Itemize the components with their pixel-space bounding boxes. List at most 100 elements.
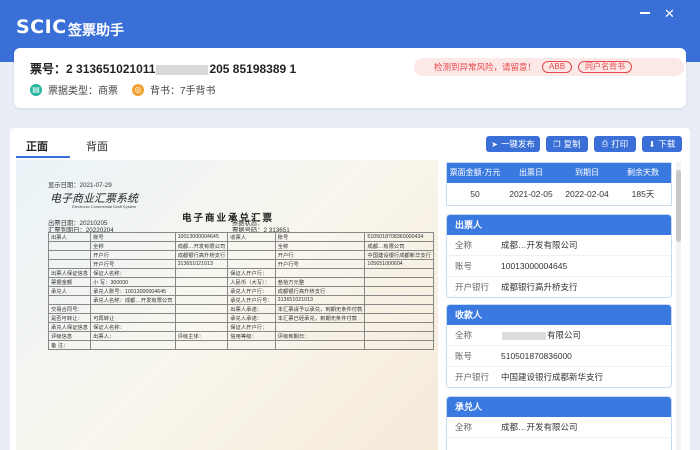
bill-table: 出票人 账号 10013000004645 收票人 账号 5105018708360000…	[47, 232, 434, 350]
publish-label: 一键发布	[500, 139, 535, 149]
bill-table-cell	[227, 340, 276, 350]
bill-table-cell: 承兑人开户行号：	[227, 295, 276, 305]
bill-table-cell: 人民币（大写）：	[227, 277, 276, 287]
bill-table-cell: 开户行	[274, 250, 366, 260]
endorse-label: 背书：7手背书	[150, 86, 216, 97]
bill-table-cell	[227, 241, 276, 251]
bill-table-cell	[364, 313, 434, 323]
redaction-block	[156, 64, 209, 75]
bill-table-cell	[227, 259, 276, 269]
ticket-info-card: 票号：2 313651021011 205 85198389 1 ▤ 票据类型：商…	[14, 48, 686, 108]
bill-table-cell: 承兑人名称：成都…开发有限公司	[90, 295, 176, 305]
acceptor-name: 成都…开发有限公司	[501, 422, 578, 432]
bill-table-cell	[364, 340, 434, 350]
bill-table-cell: 出票人：	[90, 331, 176, 341]
scrollbar-thumb[interactable]	[676, 170, 681, 242]
payee-card: 收款人 全称 有限公司 账号 510501870836000 开户银行 中国建设银行成…	[446, 304, 672, 388]
tab-back[interactable]: 背面	[86, 138, 108, 154]
bill-table-cell: 全称	[90, 241, 176, 251]
bill-table-cell: 交易合同号：	[47, 304, 92, 314]
bill-table-cell	[364, 286, 434, 296]
bill-table-cell	[274, 340, 366, 350]
close-icon[interactable]: ✕	[664, 6, 675, 22]
stats-amount: 50	[470, 189, 480, 199]
risk-tag-abb[interactable]: ABB	[542, 61, 573, 73]
bill-table-row: 评级信息 出票人： 评级主体： 信用等级： 评级到期日：	[47, 331, 434, 341]
bill-table-cell: 成都…有限公司	[364, 241, 434, 251]
risk-tag-same-name[interactable]: 同户名背书	[578, 61, 633, 73]
acceptor-title: 承兑人	[447, 397, 671, 417]
bill-table-cell	[174, 277, 229, 287]
bill-table-row: 承兑人名称：成都…开发有限公司 承兑人开户行号： 313651021013	[47, 295, 434, 305]
bill-table-cell: 承兑人保证信息	[47, 322, 92, 332]
drawer-card: 出票人 全称 成都…开发有限公司 账号 10013000004645 开户银行 成都银…	[446, 214, 672, 298]
ticket-number: 票号：2 313651021011 205 85198389 1	[30, 60, 296, 77]
bill-table-cell: 账号	[90, 232, 176, 242]
stats-issue-date: 2021-02-05	[509, 189, 553, 199]
download-button[interactable]: ⬇ 下载	[642, 136, 682, 152]
bill-table-row: 出票人保证信息 保证人名称： 保证人开户行：	[47, 268, 434, 278]
redaction-block	[502, 331, 546, 340]
bill-table-row: 全称 成都…开发有限公司 全称 成都…有限公司	[47, 241, 434, 251]
bill-table-row: 开户行 成都银行高升桥支行 开户行 中国建设银行成都新华支行	[47, 250, 434, 260]
minimize-button[interactable]	[640, 12, 650, 14]
bill-table-cell	[47, 295, 92, 305]
publish-button[interactable]: ➤ 一键发布	[486, 136, 540, 152]
bill-table-cell	[174, 340, 229, 350]
bill-table-row: 票据金额小 写：300000 人民币（大写）： 叁拾万元整	[47, 277, 434, 287]
stats-remaining: 185天	[631, 189, 655, 199]
payee-name-label: 全称	[455, 330, 473, 340]
bill-table-cell: 叁拾万元整	[274, 277, 366, 287]
bill-table-cell: 成都银行高升桥支行	[174, 250, 229, 260]
print-label: 打印	[611, 139, 629, 149]
copy-button[interactable]: ❐ 复制	[546, 136, 588, 152]
bill-date-line: 显示日期：2021-07-29	[48, 182, 112, 189]
risk-warning: 检测到异常风险，请留意！ ABB 同户名背书	[414, 58, 684, 76]
bill-table-cell: 承兑人账号：10013000004645	[90, 286, 176, 296]
bill-type-label: 票据类型：商票	[48, 86, 118, 97]
app-name: 签票助手	[68, 22, 124, 38]
bill-table-cell	[364, 331, 434, 341]
bill-table-cell: 成都银行高升桥支行	[274, 286, 366, 296]
bill-table-cell: 313651021013	[274, 295, 366, 305]
bill-table-row: 交易合同号： 出票人承诺： 本汇票请予以承兑，到期无条件付款	[47, 304, 434, 314]
bill-table-cell: 10013000004645	[174, 232, 229, 242]
bill-table-cell: 评级主体：	[174, 331, 229, 341]
bill-table-row: 是否可转让： 可再转让 承兑人承诺： 本汇票已经承兑，到期无条件付款	[47, 313, 434, 323]
bill-table-cell: 开户行号	[274, 259, 366, 269]
bill-table-cell: 成都…开发有限公司	[174, 241, 229, 251]
bill-table-cell	[174, 304, 229, 314]
acceptor-card: 承兑人 全称 成都…开发有限公司	[446, 396, 672, 450]
bill-table-cell: 保证人名称：	[90, 322, 176, 332]
stats-header-remaining: 剩余天数	[627, 168, 659, 177]
ticket-number-label: 票号：	[30, 62, 67, 76]
bill-table-cell: 出票人保证信息	[47, 268, 92, 278]
drawer-bank-label: 开户银行	[455, 282, 490, 292]
bill-table-cell	[174, 286, 229, 296]
bill-table-cell	[47, 241, 92, 251]
payee-account: 510501870836000	[501, 351, 572, 361]
bill-table-row: 开户行号 313651021013 开户行号 105651000604	[47, 259, 434, 269]
copy-label: 复制	[563, 139, 581, 149]
ticket-number-prefix: 2 313651021011	[66, 62, 156, 76]
bill-table-cell: 承兑人承诺：	[227, 313, 276, 323]
active-tab-indicator	[16, 156, 70, 158]
download-label: 下载	[658, 139, 676, 149]
bill-table-cell	[90, 304, 176, 314]
tab-front[interactable]: 正面	[26, 138, 48, 154]
copy-icon: ❐	[553, 139, 561, 149]
payee-name: 有限公司	[547, 330, 582, 340]
bill-table-cell	[174, 313, 229, 323]
bill-table-cell: 可再转让	[90, 313, 176, 323]
payee-title: 收款人	[447, 305, 671, 325]
bill-table-cell: 承兑人开户行：	[227, 286, 276, 296]
bill-table-row: 承兑人保证信息 保证人名称： 保证人开户行：	[47, 322, 434, 332]
bill-table-cell: 313651021013	[174, 259, 229, 269]
bill-table-cell: 备 注：	[47, 340, 92, 350]
bill-table-cell: 评级信息	[47, 331, 92, 341]
bill-table-cell	[174, 268, 229, 278]
stats-header-due-date: 到期日	[575, 168, 599, 177]
stats-table: 票面金额-万元 出票日 到期日 剩余天数 50 2021-02-05 2022-…	[446, 162, 672, 206]
print-button[interactable]: ⎙ 打印	[594, 136, 636, 152]
bill-table-cell: 中国建设银行成都新华支行	[364, 250, 434, 260]
